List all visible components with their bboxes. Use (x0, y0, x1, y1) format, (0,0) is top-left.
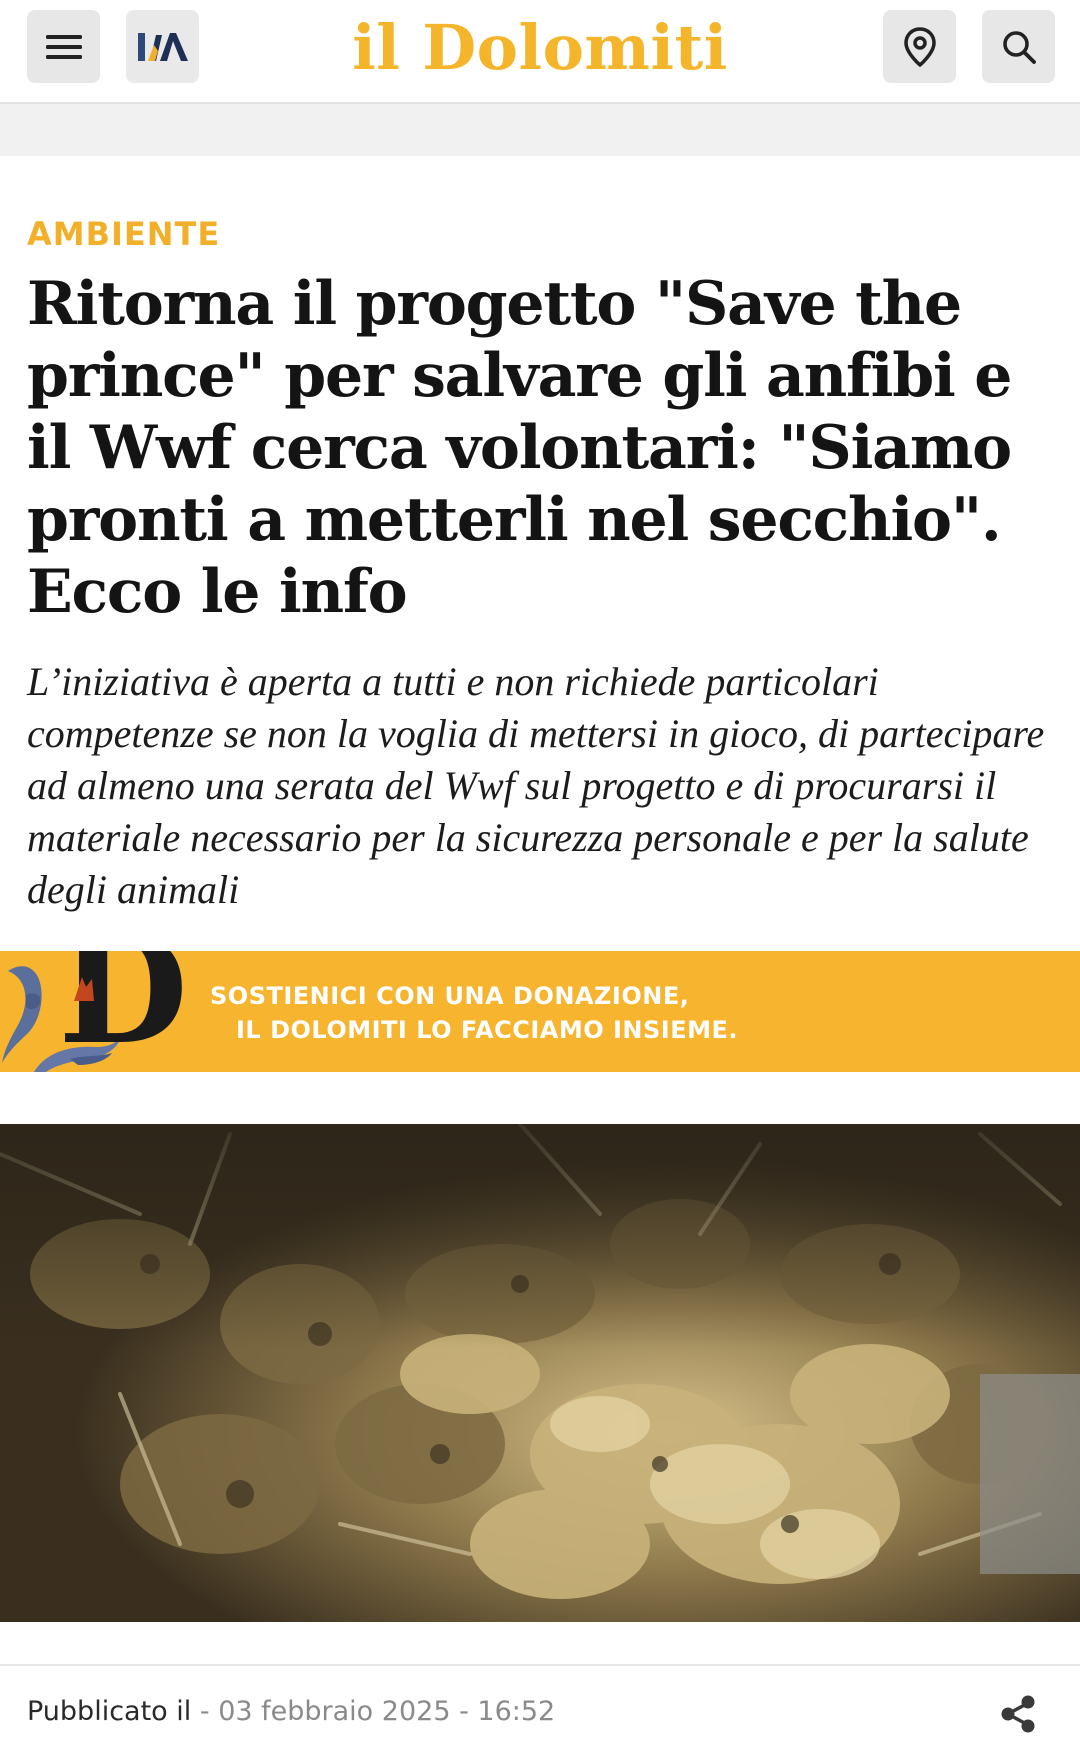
published-date: 03 febbraio 2025 - 16:52 (218, 1696, 556, 1727)
publication-info: Pubblicato il - 03 febbraio 2025 - 16:52 (27, 1694, 555, 1730)
language-switch-icon (137, 32, 188, 61)
published-separator: - (191, 1696, 219, 1727)
article-header: AMBIENTE Ritorna il progetto "Save the p… (0, 216, 1080, 916)
search-button[interactable] (982, 10, 1055, 83)
hamburger-menu-icon (45, 34, 82, 59)
donation-line-1: SOSTIENICI CON UNA DONAZIONE, (210, 982, 690, 1010)
article-meta: Pubblicato il - 03 febbraio 2025 - 16:52 (0, 1664, 1080, 1753)
search-icon (1002, 30, 1036, 64)
donation-banner-text: SOSTIENICI CON UNA DONAZIONE, IL DOLOMIT… (210, 979, 738, 1047)
article-title: Ritorna il progetto "Save the prince" pe… (27, 269, 1012, 627)
share-button[interactable] (998, 1694, 1038, 1734)
location-button[interactable] (883, 10, 956, 83)
site-logo[interactable]: il Dolomiti (300, 8, 780, 88)
top-header: il Dolomiti (0, 0, 1080, 104)
dolomiti-d-logo: D (58, 951, 189, 1072)
donation-banner[interactable]: D SOSTIENICI CON UNA DONAZIONE, IL DOLOM… (0, 951, 1080, 1072)
flame-mark-icon (74, 977, 94, 1001)
article-category[interactable]: AMBIENTE (27, 216, 1053, 252)
article-subtitle: L’iniziativa è aperta a tutti e non rich… (27, 659, 1045, 912)
article-photo[interactable] (0, 1124, 1080, 1622)
location-pin-icon (903, 26, 936, 67)
toads-in-bucket-photo (0, 1124, 1080, 1622)
menu-button[interactable] (27, 10, 100, 83)
header-separator-band (0, 104, 1080, 156)
donation-line-2: IL DOLOMITI LO FACCIAMO INSIEME. (236, 1016, 739, 1044)
share-icon (1001, 1695, 1035, 1733)
published-label: Pubblicato il (27, 1696, 192, 1727)
language-switch-button[interactable] (126, 10, 199, 83)
